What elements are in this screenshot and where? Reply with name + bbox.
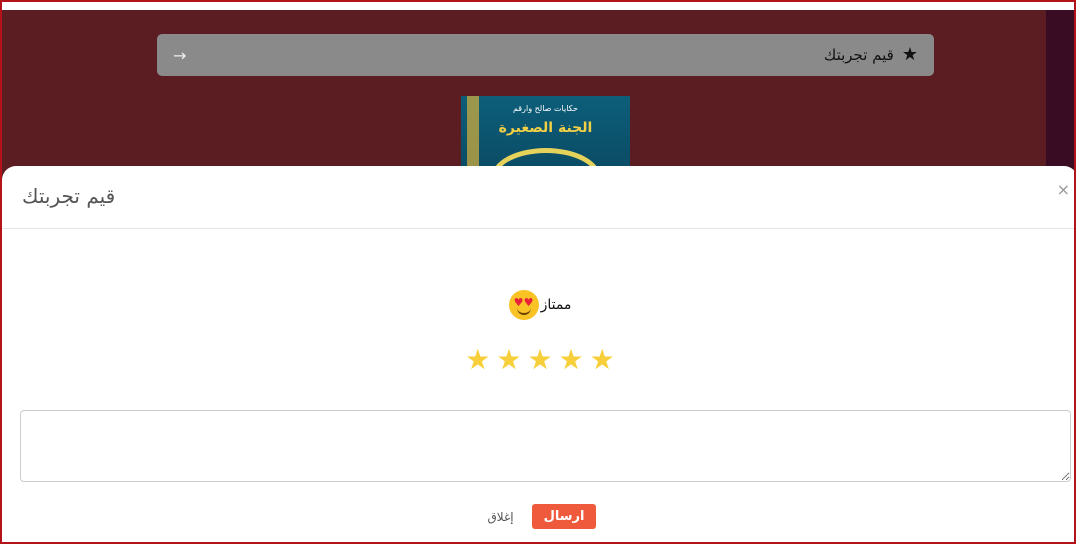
rate-bar-title: قيم تجربتك	[823, 46, 894, 64]
rating-label: ♥ ♥ ممتاز	[2, 290, 1074, 320]
rating-star-icon[interactable]: ★	[559, 346, 584, 374]
book-title: الجنة الصغيرة	[498, 120, 593, 136]
modal-title: قيم تجربتك	[22, 184, 116, 208]
modal-footer: إغلاق ارسال	[2, 504, 1074, 529]
rating-modal: قيم تجربتك × ♥ ♥ ممتاز ★ ★ ★ ★ ★ إغلاق ا…	[2, 166, 1074, 542]
close-icon[interactable]: ×	[1057, 182, 1070, 198]
comment-textarea[interactable]	[20, 410, 1071, 482]
heart-eyes-emoji-icon: ♥ ♥	[508, 290, 539, 320]
rating-star-icon[interactable]: ★	[590, 346, 615, 374]
rating-text: ممتاز	[540, 297, 572, 313]
rate-bar-title-wrap: ★ قيم تجربتك	[823, 44, 918, 65]
rating-star-icon[interactable]: ★	[496, 346, 521, 374]
smile-icon	[516, 305, 531, 315]
close-button[interactable]: إغلاق	[484, 505, 518, 529]
right-sidebar-strip	[1046, 10, 1074, 170]
arrow-right-icon[interactable]: →	[173, 46, 186, 65]
rating-star-icon[interactable]: ★	[527, 346, 552, 374]
app-frame: ★ قيم تجربتك → حكايات صالح وارقم الجنة ا…	[0, 0, 1076, 544]
star-icon: ★	[901, 44, 918, 65]
modal-header: قيم تجربتك ×	[2, 166, 1074, 229]
star-rating[interactable]: ★ ★ ★ ★ ★	[2, 346, 1074, 374]
top-strip	[2, 2, 1074, 10]
book-cover: حكايات صالح وارقم الجنة الصغيرة	[461, 96, 630, 176]
book-subtitle: حكايات صالح وارقم	[512, 104, 578, 113]
rate-experience-bar[interactable]: ★ قيم تجربتك →	[157, 34, 934, 76]
rating-star-icon[interactable]: ★	[465, 346, 490, 374]
send-button[interactable]: ارسال	[531, 504, 597, 529]
